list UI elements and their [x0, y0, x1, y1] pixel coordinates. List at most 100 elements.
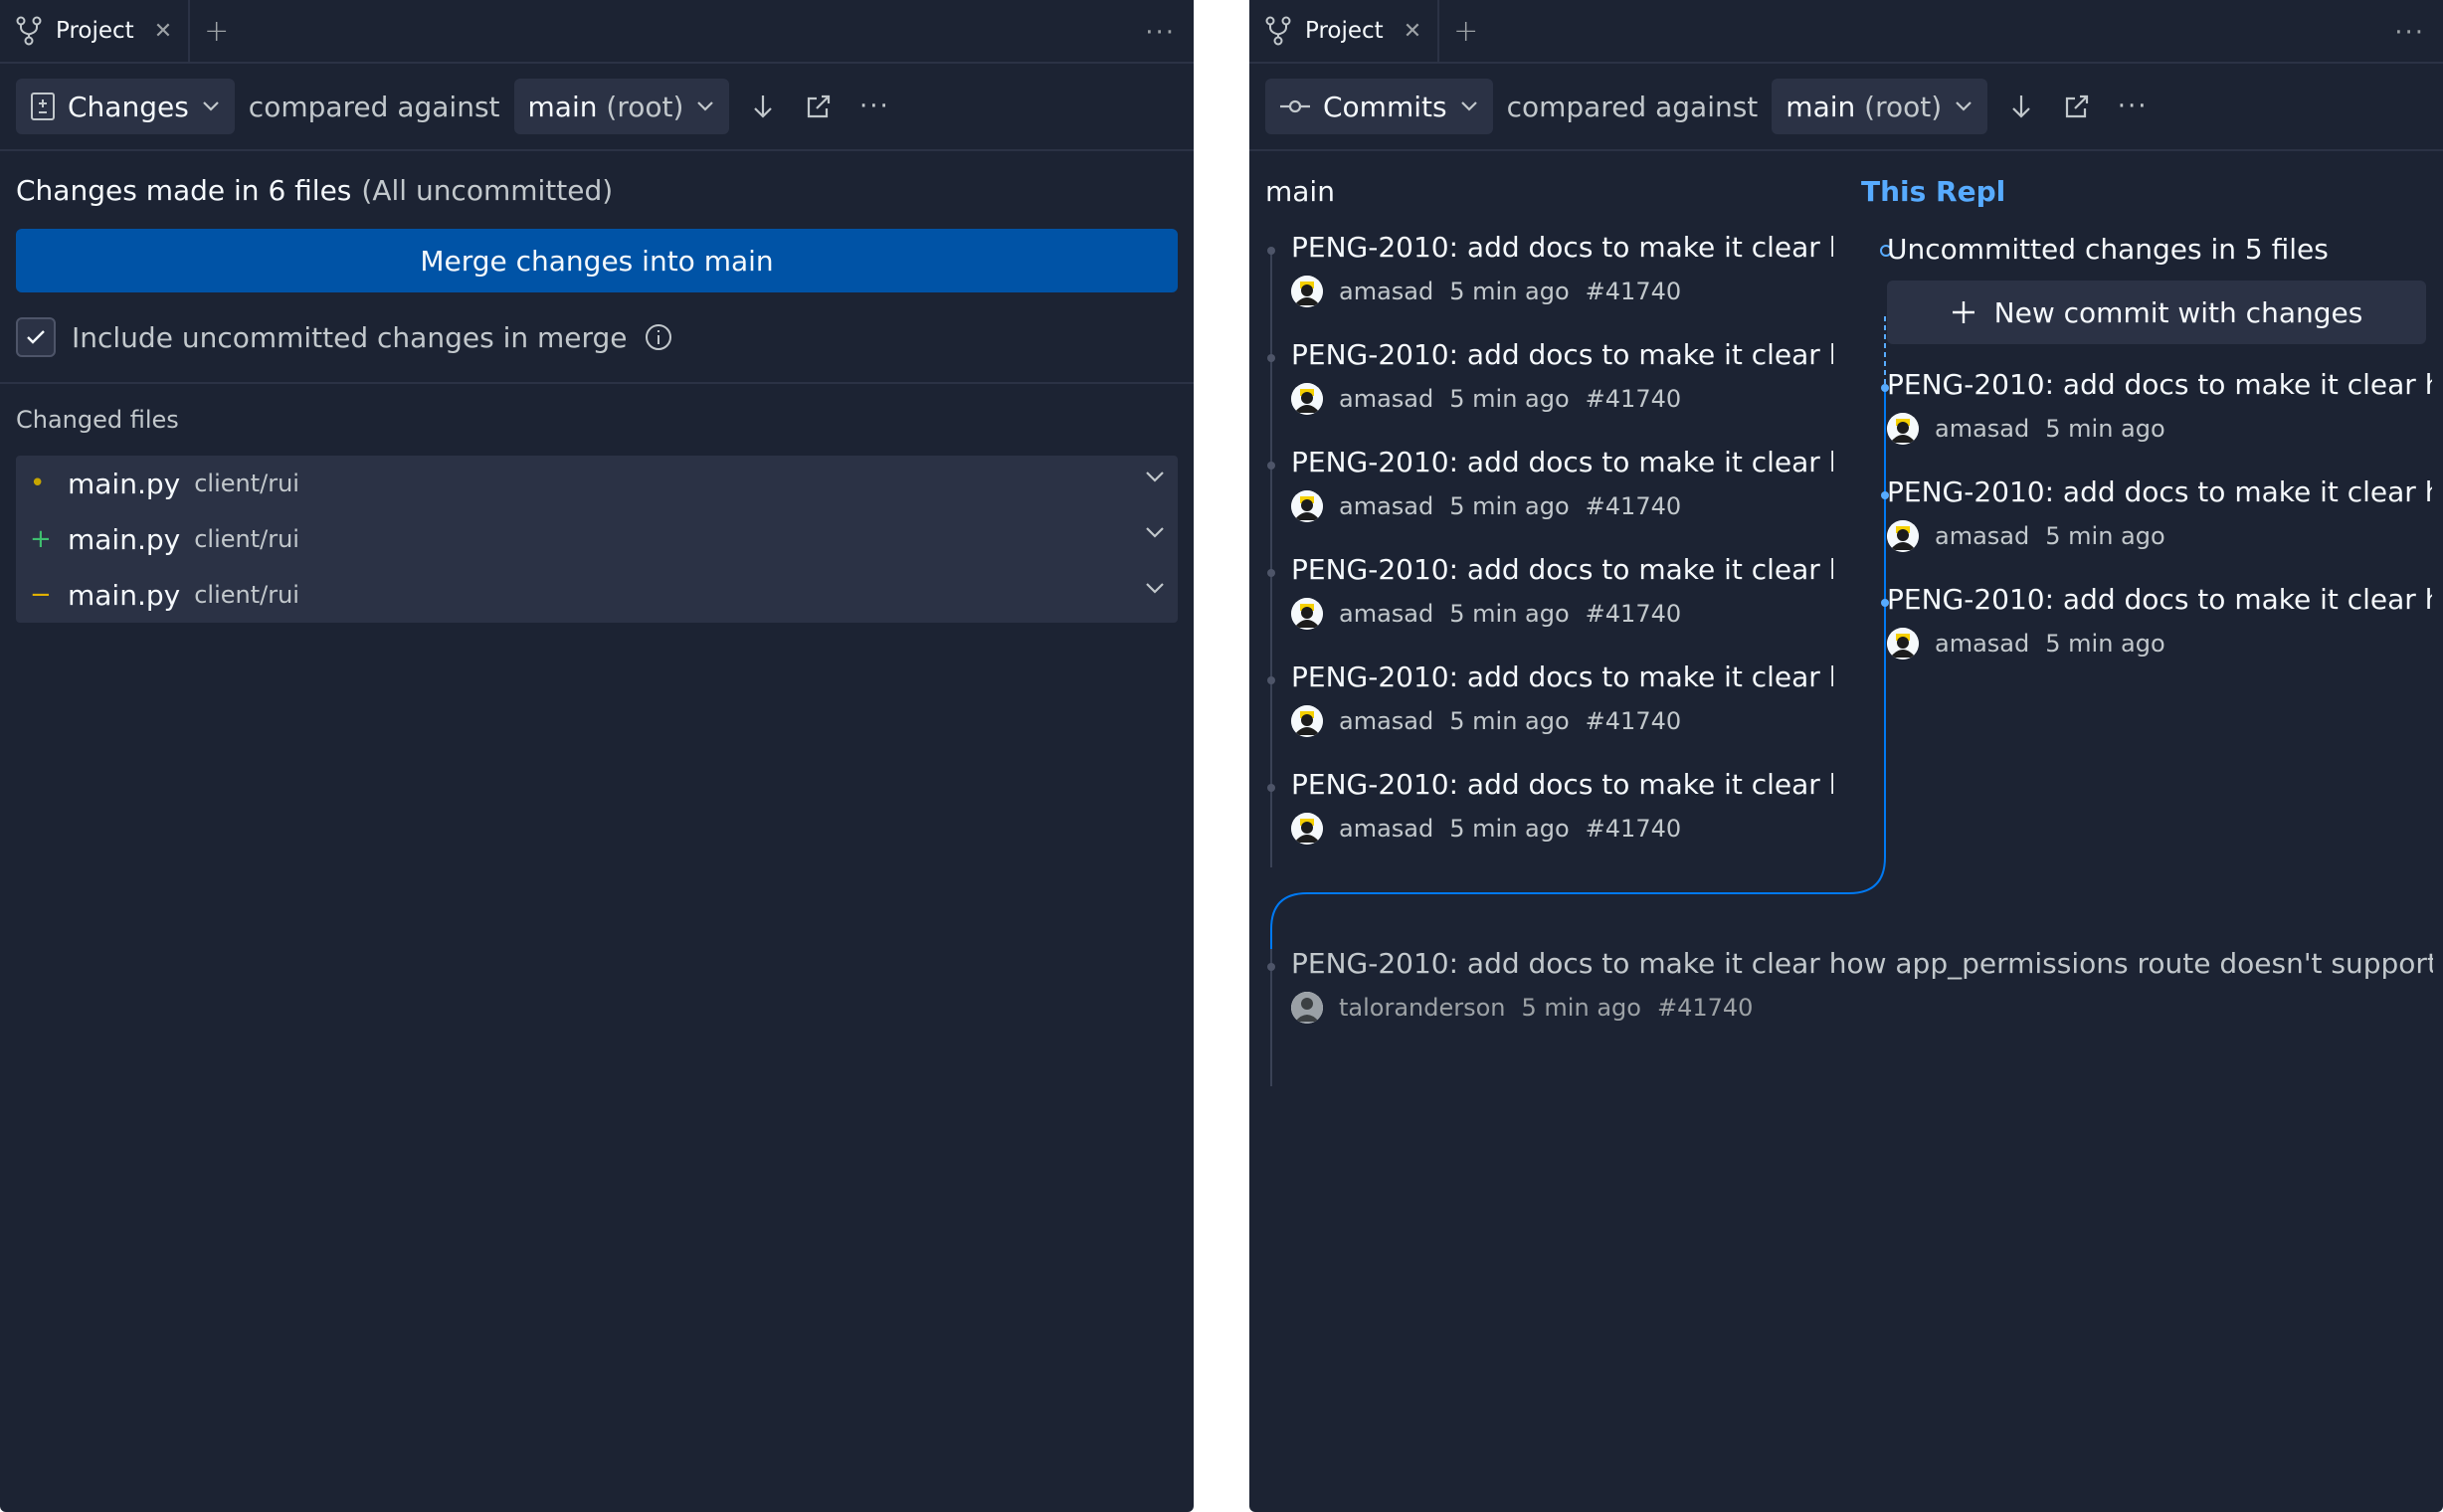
more-icon[interactable]: ···	[2111, 85, 2155, 128]
commit-author: amasad	[1935, 415, 2030, 443]
tab-project[interactable]: Project ✕	[1249, 0, 1440, 63]
avatar	[1291, 276, 1323, 307]
commit-id: #41740	[1585, 815, 1682, 843]
commit-item[interactable]: PENG-2010: add docs to make it clear ho.…	[1887, 368, 2432, 468]
avatar	[1291, 813, 1323, 845]
avatar	[1887, 520, 1919, 552]
commit-title: PENG-2010: add docs to make it clear ho.…	[1887, 475, 2432, 508]
more-icon[interactable]: ···	[1145, 18, 1176, 48]
commit-item[interactable]: PENG-2010: add docs to make it clear ho.…	[1887, 583, 2432, 682]
branch-name: main	[1785, 90, 1856, 123]
file-status-indicator: −	[30, 580, 52, 610]
commit-author: amasad	[1339, 815, 1434, 843]
commit-author: amasad	[1339, 600, 1434, 628]
file-path: client/rui	[194, 470, 299, 497]
chevron-down-icon	[1459, 99, 1479, 113]
external-link-icon[interactable]	[797, 85, 841, 128]
commit-item[interactable]: PENG-2010: add docs to make it clear ho.…	[1291, 231, 1833, 330]
avatar	[1887, 413, 1919, 445]
file-path: client/rui	[194, 581, 299, 609]
commit-node	[1267, 676, 1275, 684]
merge-button[interactable]: Merge changes into main	[16, 229, 1178, 292]
commit-title: PENG-2010: add docs to make it clear ho.…	[1291, 231, 1833, 264]
pull-icon[interactable]	[1999, 85, 2043, 128]
commit-item[interactable]: PENG-2010: add docs to make it clear ho.…	[1291, 553, 1833, 653]
check-icon	[25, 328, 47, 346]
commit-time: 5 min ago	[2045, 522, 2165, 550]
chevron-down-icon[interactable]	[1144, 470, 1166, 483]
commit-title: PENG-2010: add docs to make it clear ho.…	[1291, 661, 1833, 693]
commit-item[interactable]: PENG-2010: add docs to make it clear ho.…	[1291, 661, 1833, 760]
changed-file-row[interactable]: + main.py client/rui	[16, 511, 1178, 567]
commit-node	[1267, 784, 1275, 792]
commit-title: PENG-2010: add docs to make it clear ho.…	[1291, 338, 1833, 371]
pull-icon[interactable]	[741, 85, 785, 128]
file-name: main.py	[68, 578, 181, 612]
tab-bar: Project ✕ + ···	[0, 0, 1194, 64]
compared-against-label: compared against	[1506, 90, 1759, 123]
commit-item[interactable]: PENG-2010: add docs to make it clear ho.…	[1887, 475, 2432, 575]
avatar	[1291, 383, 1323, 415]
changed-files-label: Changed files	[16, 406, 179, 434]
commit-item[interactable]: PENG-2010: add docs to make it clear ho.…	[1291, 768, 1833, 867]
tab-title: Project	[56, 18, 134, 44]
include-uncommitted-label: Include uncommitted changes in merge	[72, 320, 628, 354]
chevron-down-icon[interactable]	[1144, 581, 1166, 595]
more-icon[interactable]: ···	[2394, 18, 2425, 48]
commit-time: 5 min ago	[1449, 278, 1570, 305]
toolbar: Changes compared against main (root) ···	[0, 64, 1194, 151]
commit-time: 5 min ago	[1449, 707, 1570, 735]
tab-project[interactable]: Project ✕	[0, 0, 191, 63]
commit-title: PENG-2010: add docs to make it clear ho.…	[1887, 368, 2432, 401]
commit-icon	[1279, 96, 1311, 116]
info-icon[interactable]	[644, 322, 673, 352]
uncommitted-changes-label: Uncommitted changes in 5 files	[1887, 233, 2329, 266]
branch-name: main	[527, 90, 598, 123]
include-uncommitted-checkbox[interactable]	[16, 317, 56, 357]
changes-panel: Project ✕ + ··· Changes compared against…	[0, 0, 1194, 1512]
commit-item[interactable]: PENG-2010: add docs to make it clear ho.…	[1291, 446, 1833, 545]
changed-file-row[interactable]: − main.py client/rui	[16, 567, 1178, 623]
compared-against-label: compared against	[248, 90, 500, 123]
avatar	[1291, 705, 1323, 737]
commit-author: amasad	[1935, 630, 2030, 658]
commit-author: amasad	[1339, 492, 1434, 520]
commit-title: PENG-2010: add docs to make it clear ho.…	[1887, 583, 2432, 616]
commit-author: amasad	[1339, 385, 1434, 413]
chevron-down-icon[interactable]	[1144, 525, 1166, 539]
avatar	[1887, 628, 1919, 660]
commit-node	[1267, 247, 1275, 255]
new-commit-button[interactable]: New commit with changes	[1887, 281, 2426, 344]
include-uncommitted-row: Include uncommitted changes in merge	[0, 292, 1194, 384]
summary-text: Changes made in 6 files	[16, 173, 352, 207]
external-link-icon[interactable]	[2055, 85, 2099, 128]
mode-select[interactable]: Changes	[16, 79, 235, 134]
commit-node	[1267, 354, 1275, 362]
mode-label: Changes	[68, 90, 189, 123]
changed-file-row[interactable]: • main.py client/rui	[16, 456, 1178, 511]
commits-panel: Project ✕ + ··· Commits compared against…	[1249, 0, 2443, 1512]
commit-author: amasad	[1935, 522, 2030, 550]
avatar	[1291, 598, 1323, 630]
main-branch-heading: main	[1265, 175, 1335, 208]
file-status-indicator: •	[30, 469, 46, 498]
close-icon[interactable]: ✕	[154, 19, 172, 44]
add-tab-icon[interactable]: +	[204, 14, 229, 49]
commit-item[interactable]: PENG-2010: add docs to make it clear ho.…	[1291, 338, 1833, 438]
branch-select[interactable]: main (root)	[513, 79, 730, 134]
commit-id: #41740	[1585, 278, 1682, 305]
commit-author: amasad	[1339, 707, 1434, 735]
chevron-down-icon	[695, 99, 715, 113]
commit-id: #41740	[1585, 492, 1682, 520]
close-icon[interactable]: ✕	[1404, 19, 1421, 44]
branch-select[interactable]: main (root)	[1772, 79, 1988, 134]
add-tab-icon[interactable]: +	[1453, 14, 1478, 49]
tab-title: Project	[1305, 18, 1384, 44]
base-commit-item[interactable]: PENG-2010: add docs to make it clear how…	[1291, 947, 2433, 1046]
repl-branch-heading: This Repl	[1861, 175, 2006, 208]
commit-time: 5 min ago	[1449, 492, 1570, 520]
more-icon[interactable]: ···	[852, 85, 896, 128]
mode-select[interactable]: Commits	[1265, 79, 1493, 134]
commit-author: amasad	[1339, 278, 1434, 305]
commit-id: #41740	[1585, 385, 1682, 413]
